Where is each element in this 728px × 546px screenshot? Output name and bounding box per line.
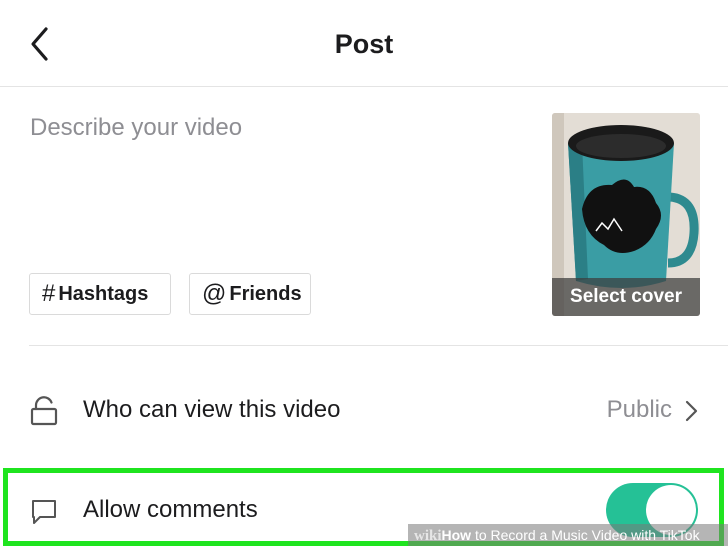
wikihow-watermark: wikiHow to Record a Music Video with Tik…: [408, 524, 728, 546]
privacy-value: Public: [606, 396, 672, 423]
watermark-how: How: [441, 527, 472, 543]
select-cover-label: Select cover: [552, 278, 700, 316]
description-input[interactable]: [30, 114, 520, 254]
who-can-view-row[interactable]: Who can view this video Public: [0, 380, 728, 440]
watermark-text: to Record a Music Video with TikTok: [471, 527, 700, 543]
comment-icon: [32, 500, 56, 524]
at-icon: @: [202, 280, 227, 307]
wikihow-logo: wiki: [414, 528, 442, 544]
hashtags-label: Hashtags: [58, 282, 149, 305]
friends-button[interactable]: @ Friends: [189, 273, 311, 315]
select-cover-thumbnail[interactable]: Select cover: [552, 113, 700, 316]
unlock-icon: [30, 396, 58, 426]
page-title: Post: [334, 29, 394, 59]
hash-icon: #: [42, 280, 56, 307]
who-can-view-label: Who can view this video: [83, 396, 341, 423]
friends-label: Friends: [229, 282, 302, 305]
allow-comments-label: Allow comments: [83, 496, 258, 523]
section-divider: [29, 345, 728, 346]
chevron-right-icon: [685, 400, 698, 422]
hashtags-button[interactable]: # Hashtags: [29, 273, 171, 315]
header-bar: Post: [0, 0, 728, 87]
